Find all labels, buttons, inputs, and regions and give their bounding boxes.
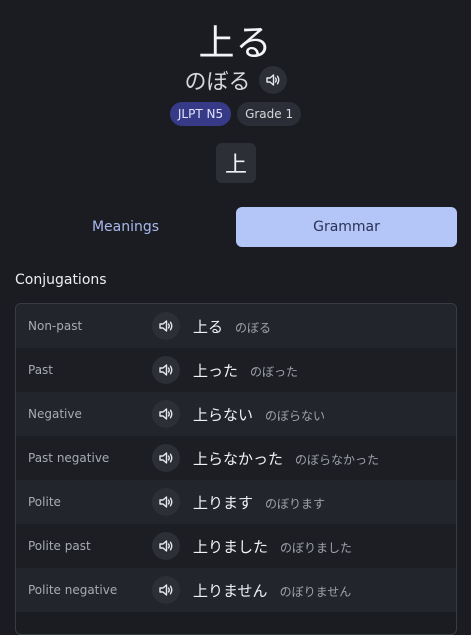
play-conjugation-button[interactable] [152,356,180,384]
conjugation-row: Polite 上ります のぼります [16,480,456,524]
speaker-icon [159,540,173,552]
speaker-icon [159,320,173,332]
conjugation-kanji: 上りません [193,581,268,600]
conjugation-label: Past negative [28,451,110,465]
conjugations-table: Non-past 上る のぼる Past 上った のぼった Negative 上らない のぼらな… [15,303,457,635]
conjugation-kanji: 上った [193,361,239,380]
badge-group: JLPT N5 Grade 1 [0,102,471,126]
speaker-icon [265,74,279,86]
conjugation-label: Negative [28,407,82,421]
conjugation-form: 上りません のぼりません [193,580,351,601]
conjugation-label: Past [28,363,54,377]
play-reading-button[interactable] [258,66,287,94]
conjugations-heading: Conjugations [15,272,107,288]
conjugation-kana: のぼらなかった [295,452,380,467]
conjugation-form: 上らなかった のぼらなかった [193,448,379,469]
conjugation-form: 上りました のぼりました [193,536,352,557]
speaker-icon [159,364,173,376]
play-conjugation-button[interactable] [152,488,180,516]
conjugation-kana: のぼる [235,320,272,335]
play-conjugation-button[interactable] [152,532,180,560]
conjugation-kanji: 上りました [193,537,269,556]
reading-row: のぼる [0,64,471,96]
conjugation-kana: のぼった [250,364,299,379]
conjugation-kanji: 上ります [193,493,254,512]
kanji-tile[interactable]: 上 [216,143,256,183]
tab-meanings[interactable]: Meanings [15,207,236,247]
speaker-icon [159,496,173,508]
conjugation-label: Polite negative [28,583,118,597]
conjugation-kana: のぼりました [280,540,353,555]
play-conjugation-button[interactable] [152,400,180,428]
tab-bar: Meanings Grammar [15,207,457,247]
play-conjugation-button[interactable] [152,444,180,472]
speaker-icon [159,452,173,464]
conjugation-kana: のぼります [265,496,326,511]
play-conjugation-button[interactable] [152,312,180,340]
word-reading: のぼる [184,70,251,95]
conjugation-kana: のぼりません [279,584,352,599]
speaker-icon [159,408,173,420]
conjugation-form: 上った のぼった [193,360,298,381]
conjugation-row: Polite past 上りました のぼりました [16,524,456,568]
speaker-icon [159,584,173,596]
conjugation-row: Non-past 上る のぼる [16,304,456,348]
grade-badge: Grade 1 [237,102,302,126]
conjugation-row: Past 上った のぼった [16,348,456,392]
conjugation-label: Non-past [28,319,83,333]
conjugation-label: Polite past [28,539,91,553]
conjugation-kanji: 上る [193,317,224,336]
word-title: 上る [198,23,273,64]
conjugation-form: 上らない のぼらない [193,404,325,425]
conjugation-kanji: 上らない [193,405,254,424]
jlpt-badge: JLPT N5 [169,102,232,126]
conjugation-form: 上ります のぼります [193,492,325,513]
conjugation-kana: のぼらない [265,408,326,423]
play-conjugation-button[interactable] [152,576,180,604]
conjugation-kanji: 上らなかった [193,449,284,468]
conjugation-row: Past negative 上らなかった のぼらなかった [16,436,456,480]
conjugation-form: 上る のぼる [193,316,271,337]
conjugation-row: Negative 上らない のぼらない [16,392,456,436]
conjugation-row: Polite negative 上りません のぼりません [16,568,456,612]
conjugation-label: Polite [28,495,61,509]
tab-grammar[interactable]: Grammar [236,207,457,247]
